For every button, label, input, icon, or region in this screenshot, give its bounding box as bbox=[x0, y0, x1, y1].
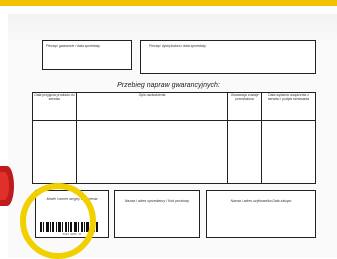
seller-box: Nazwa i adres sprzedawcy / Kod pocztowy bbox=[114, 190, 200, 238]
stamp-box-label: Pieczęć gwarancie / data sprzedaży bbox=[46, 44, 101, 48]
stamp-box: Pieczęć gwarancie / data sprzedaży bbox=[42, 40, 132, 70]
dealer-box: Pieczęć dystrybutora i data sprzedaży bbox=[140, 40, 316, 74]
table-cell bbox=[261, 120, 316, 184]
seller-box-label: Nazwa i adres sprzedawcy / Kod pocztowy bbox=[124, 199, 190, 203]
repair-history-table: Data przyjęcia produktu do serwisu Opis … bbox=[32, 92, 316, 184]
column-header-return-date-signature: Data wydania urządzenia z serwisu i podp… bbox=[261, 92, 316, 121]
user-box: Nazwa i adres użytkownika Data zakupu bbox=[206, 190, 316, 238]
table-cell bbox=[32, 120, 77, 184]
table-row bbox=[32, 120, 316, 184]
red-object-highlight bbox=[0, 172, 9, 200]
top-gap bbox=[0, 6, 337, 14]
table-header-row: Data przyjęcia produktu do serwisu Opis … bbox=[32, 92, 316, 121]
table-cell bbox=[227, 120, 263, 184]
user-box-label: Nazwa i adres użytkownika Data zakupu bbox=[230, 199, 292, 203]
table-cell bbox=[75, 120, 229, 184]
repair-history-heading: Przebieg napraw gwarancyjnych: bbox=[117, 82, 220, 89]
column-header-warranty-extended: Gwarancja zostaje przedłużona bbox=[227, 92, 263, 121]
column-header-damage-description: Opis uszkodzenia bbox=[75, 92, 229, 121]
column-header-receipt-date: Data przyjęcia produktu do serwisu bbox=[32, 92, 77, 121]
dealer-box-label: Pieczęć dystrybutora i data sprzedaży bbox=[149, 44, 207, 48]
highlight-circle bbox=[20, 183, 96, 259]
